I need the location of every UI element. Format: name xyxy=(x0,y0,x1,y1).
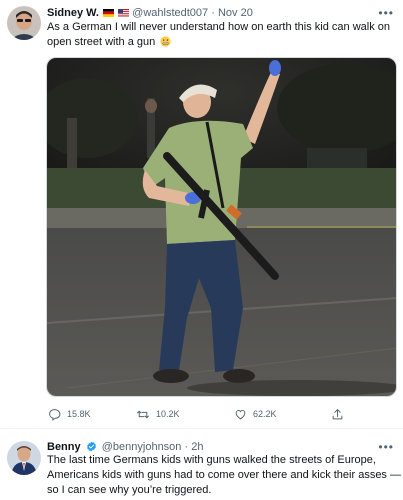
tweet-text-line: The last time Germans kids with guns wal… xyxy=(47,454,376,466)
separator: · xyxy=(184,441,189,453)
reply-count: 15.8K xyxy=(67,409,91,419)
tweet-text: As a German I will never understand how … xyxy=(47,20,390,50)
avatar[interactable] xyxy=(7,6,41,40)
tweet-reply[interactable]: Benny @bennyjohnson · 2h ••• The last ti… xyxy=(0,430,403,500)
tweet-text: The last time Germans kids with guns wal… xyxy=(47,453,401,498)
grimacing-face-icon xyxy=(160,36,171,47)
tweet-actions: 15.8K 10.2K 62.2K xyxy=(48,405,368,423)
avatar-benny[interactable] xyxy=(7,441,41,475)
like-button[interactable]: 62.2K xyxy=(234,405,277,423)
share-icon xyxy=(332,408,343,419)
tweet-photo[interactable] xyxy=(46,57,397,397)
share-button[interactable] xyxy=(331,405,344,423)
separator: · xyxy=(211,7,215,19)
display-name[interactable]: Sidney W. xyxy=(47,7,99,19)
tweet-header: Benny @bennyjohnson · 2h xyxy=(47,440,203,454)
tweet-text-line-content: open street with a gun xyxy=(47,36,156,48)
tweet-text-line-2: open street with a gun xyxy=(47,35,390,50)
timestamp[interactable]: Nov 20 xyxy=(218,7,253,19)
usa-flag-icon xyxy=(118,9,130,17)
reply-button[interactable]: 15.8K xyxy=(48,405,91,423)
handle[interactable]: @bennyjohnson xyxy=(102,441,182,453)
tweet-text-line: Americans kids with guns had to come ove… xyxy=(47,469,401,481)
tweet-original[interactable]: Sidney W. @wahlstedt007 · Nov 20 ••• As … xyxy=(0,0,403,430)
heart-icon xyxy=(235,409,246,419)
display-name[interactable]: Benny xyxy=(47,441,81,453)
tweet-text-line: As a German I will never understand how … xyxy=(47,21,391,33)
tweet-header: Sidney W. @wahlstedt007 · Nov 20 xyxy=(47,6,253,20)
verified-badge-icon xyxy=(86,441,96,452)
more-options-icon[interactable]: ••• xyxy=(378,7,394,19)
handle[interactable]: @wahlstedt007 xyxy=(132,7,208,19)
more-options-icon[interactable]: ••• xyxy=(378,441,394,453)
timestamp[interactable]: 2h xyxy=(191,441,203,453)
retweet-count: 10.2K xyxy=(156,409,180,419)
street-scene-image xyxy=(47,58,396,396)
retweet-button[interactable]: 10.2K xyxy=(136,405,180,423)
like-count: 62.2K xyxy=(253,409,277,419)
tweet-text-line: so I can see why you’re triggered. xyxy=(47,484,212,496)
retweet-icon xyxy=(137,410,149,418)
germany-flag-icon xyxy=(103,9,115,17)
divider xyxy=(0,428,403,429)
reply-icon xyxy=(49,408,61,421)
